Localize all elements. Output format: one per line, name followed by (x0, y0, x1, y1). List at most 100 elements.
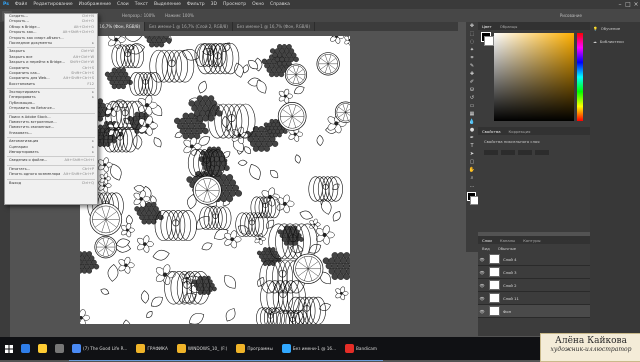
menu-item-label: Импортировать (9, 150, 39, 155)
tab-document-3[interactable]: Без имени-1 @ 16,7% (Фон, RGB/8) (233, 22, 315, 31)
height-field[interactable] (501, 150, 515, 155)
menu-item-window[interactable]: Окно (249, 2, 267, 7)
opacity-field[interactable]: Непрозр.: 100% (122, 13, 155, 18)
type-tool-icon[interactable]: T (466, 142, 478, 150)
layer-row[interactable]: 👁Слой 3 (478, 266, 590, 279)
taskbar-app-button[interactable]: WINDOWS_10_ (F:) (174, 337, 233, 361)
hand-tool-icon[interactable]: ✋ (466, 166, 478, 174)
menu-item-layers[interactable]: Слои (114, 2, 132, 7)
libraries-item[interactable]: ☁ Библиотеки (590, 35, 640, 48)
pen-tool-icon[interactable]: ✒ (466, 134, 478, 142)
more-tools-icon[interactable]: … (466, 182, 478, 190)
workspace-switcher[interactable]: Рисование (560, 13, 582, 18)
menu-item-edit[interactable]: Редактирование (30, 2, 75, 7)
taskbar-app-button[interactable]: Программы (233, 337, 278, 361)
tab-document-2[interactable]: Без имени-1 @ 16,7% (Слой 2, RGB/8) (145, 22, 233, 31)
color-picker-field[interactable] (494, 33, 574, 121)
layer-row[interactable]: 👁Слой 11 (478, 292, 590, 305)
color-swatches[interactable] (466, 190, 478, 208)
flow-field[interactable]: Нажим: 100% (165, 13, 194, 18)
bg-color-swatch[interactable] (484, 36, 494, 46)
tab-swatches[interactable]: Образцы (496, 24, 522, 29)
healing-brush-icon[interactable]: ✚ (466, 70, 478, 78)
file-menu-item[interactable]: ВосстановитьF12 (5, 82, 97, 87)
shape-tool-icon[interactable]: ▢ (466, 158, 478, 166)
file-menu-item[interactable]: Печать одного экземпляраAlt+Shift+Ctrl+P (5, 172, 97, 177)
taskbar-app-button[interactable] (52, 337, 69, 360)
file-menu-item[interactable]: Сведения о файле...Alt+Shift+Ctrl+I (5, 158, 97, 163)
blur-tool-icon[interactable]: 💧 (466, 118, 478, 126)
menu-item-image[interactable]: Изображение (76, 2, 114, 7)
visibility-eye-icon[interactable]: 👁 (478, 270, 486, 275)
document-canvas[interactable] (80, 36, 350, 324)
blend-mode-dropdown[interactable]: Обычные (498, 246, 516, 251)
eyedropper-icon[interactable]: ✎ (466, 62, 478, 70)
taskbar-app-button[interactable]: ГРАФИКА (133, 337, 174, 361)
leaf-drawing (331, 210, 343, 223)
tab-channels[interactable]: Каналы (496, 238, 519, 243)
visibility-eye-icon[interactable]: 👁 (478, 309, 486, 314)
width-field[interactable] (484, 150, 498, 155)
learn-item[interactable]: 💡 Обучение (590, 22, 640, 35)
visibility-eye-icon[interactable]: 👁 (478, 257, 486, 262)
learn-label: Обучение (601, 26, 620, 31)
taskbar-app-button[interactable]: (7) The Good Life R... (69, 337, 133, 361)
layer-list: 👁Слой 4👁Слой 3👁Слой 2👁Слой 11👁Фон (478, 253, 590, 318)
layer-name: Слой 2 (503, 283, 517, 288)
app-icon (345, 344, 354, 353)
ps-logo[interactable]: Ps (0, 2, 12, 7)
file-menu-item[interactable]: Последние документы▸ (5, 41, 97, 46)
y-field[interactable] (535, 150, 549, 155)
visibility-eye-icon[interactable]: 👁 (478, 283, 486, 288)
menu-item-filter[interactable]: Фильтр (184, 2, 208, 7)
clone-stamp-icon[interactable]: ⛁ (466, 86, 478, 94)
menu-item-select[interactable]: Выделение (151, 2, 184, 7)
file-menu-item[interactable]: Упаковать... (5, 131, 97, 136)
taskbar-app-button[interactable] (35, 337, 52, 360)
x-field[interactable] (518, 150, 532, 155)
taskbar-app-button[interactable]: Без имени-1 @ 16... (279, 337, 342, 361)
leaf-drawing (238, 160, 247, 166)
layer-row[interactable]: 👁 Слой 2 (478, 279, 590, 292)
dodge-tool-icon[interactable]: ● (466, 126, 478, 134)
menu-item-3d[interactable]: 3D (208, 2, 220, 7)
lasso-tool-icon[interactable]: ◌ (466, 38, 478, 46)
file-menu-item[interactable]: ВыходCtrl+Q (5, 181, 97, 186)
menu-item-shortcut: F12 (87, 82, 94, 87)
taskbar-app-button[interactable] (18, 337, 35, 360)
magic-wand-icon[interactable]: ✦ (466, 46, 478, 54)
menu-item-shortcut: Ctrl+Q (82, 181, 94, 186)
minimize-button[interactable]: – (616, 1, 624, 8)
tab-paths[interactable]: Контуры (519, 238, 544, 243)
close-window-button[interactable]: × (632, 1, 640, 8)
menu-item-type[interactable]: Текст (132, 2, 151, 7)
path-select-icon[interactable]: ➤ (466, 150, 478, 158)
layer-row[interactable]: 👁Фон (478, 305, 590, 318)
menu-item-view[interactable]: Просмотр (220, 2, 249, 7)
visibility-eye-icon[interactable]: 👁 (478, 296, 486, 301)
hue-slider[interactable] (577, 33, 583, 121)
start-button[interactable] (0, 337, 18, 360)
brush-tool-icon[interactable]: ✐ (466, 78, 478, 86)
menu-item-file[interactable]: Файл (12, 2, 30, 7)
crop-tool-icon[interactable]: ⌗ (466, 54, 478, 62)
tab-adjustments[interactable]: Коррекция (505, 129, 535, 134)
history-brush-icon[interactable]: ↺ (466, 94, 478, 102)
zoom-tool-icon[interactable]: ⌕ (466, 174, 478, 182)
maximize-button[interactable]: □ (624, 1, 632, 8)
flower-drawing (120, 223, 134, 238)
gradient-tool-icon[interactable]: ▦ (466, 110, 478, 118)
tab-properties[interactable]: Свойства (478, 129, 505, 134)
tab-color[interactable]: Цвет (478, 24, 496, 29)
taskbar-app-button[interactable]: Bandicam (342, 337, 383, 361)
layer-row[interactable]: 👁Слой 4 (478, 253, 590, 266)
eraser-tool-icon[interactable]: ▭ (466, 102, 478, 110)
marquee-tool-icon[interactable]: ⬚ (466, 30, 478, 38)
tab-layers[interactable]: Слои (478, 238, 496, 243)
file-menu-item[interactable]: Импортировать▸ (5, 150, 97, 155)
layer-filter-dropdown[interactable]: Вид (482, 246, 490, 251)
app-icon (236, 344, 245, 353)
menu-item-help[interactable]: Справка (267, 2, 293, 7)
move-tool-icon[interactable]: ✥ (466, 22, 478, 30)
file-menu-item[interactable]: Отправить на Behance... (5, 106, 97, 111)
